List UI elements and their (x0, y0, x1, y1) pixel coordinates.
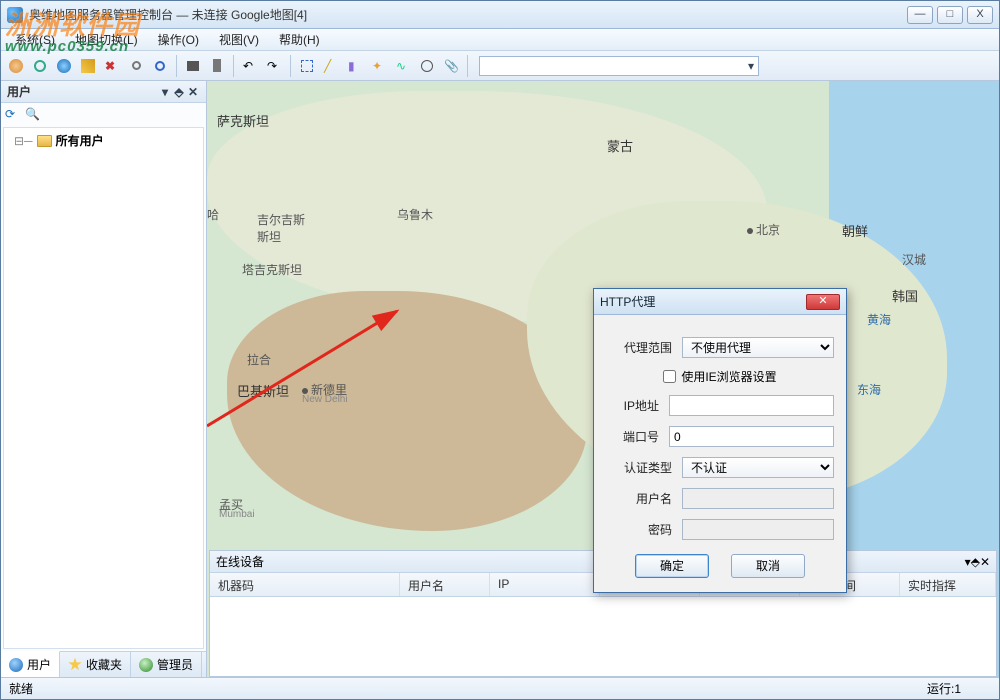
label-kyrgyz: 吉尔吉斯 斯坦 (257, 211, 305, 245)
col-user[interactable]: 用户名 (400, 573, 490, 596)
label-ip: IP地址 (606, 397, 659, 414)
tool-hand-icon[interactable] (5, 55, 27, 77)
star-icon (68, 658, 82, 672)
menubar: 系统(S) 地图切换(L) 操作(O) 视图(V) 帮助(H) (1, 29, 999, 51)
tool-redo-icon[interactable]: ↷ (263, 55, 285, 77)
dialog-title: HTTP代理 (600, 293, 655, 310)
label-east-sea: 东海 (857, 381, 881, 398)
menu-operate[interactable]: 操作(O) (148, 29, 209, 50)
tool-eye-icon[interactable] (53, 55, 75, 77)
tab-admin[interactable]: 管理员 (131, 652, 202, 677)
device-pin-icon[interactable]: ⬘ (971, 555, 980, 569)
tool-undo-icon[interactable]: ↶ (239, 55, 261, 77)
tool-line-icon[interactable]: ╱ (320, 55, 342, 77)
select-proxy-scope[interactable]: 不使用代理 (682, 337, 834, 358)
menu-system[interactable]: 系统(S) (5, 29, 65, 50)
window-title: 奥维地图服务器管理控制台 — 未连接 Google地图[4] (29, 6, 903, 23)
status-ready: 就绪 (9, 680, 33, 697)
tree-root-item[interactable]: ⊟─ 所有用户 (4, 128, 203, 153)
toolbar: ✖ ↶ ↷ ╱ ▮ ✦ ∿ 📎 (1, 51, 999, 81)
dialog-close-button[interactable]: ✕ (806, 294, 840, 310)
label-urumqi: 乌鲁木 (397, 206, 433, 223)
label-tajik: 塔吉克斯坦 (242, 261, 302, 278)
tab-users[interactable]: 用户 (1, 651, 60, 677)
select-auth[interactable]: 不认证 (682, 457, 834, 478)
tool-sync-icon[interactable] (29, 55, 51, 77)
menu-view[interactable]: 视图(V) (209, 29, 269, 50)
label-auth: 认证类型 (606, 459, 672, 476)
tool-device-icon[interactable] (206, 55, 228, 77)
left-panel-header: 用户 ▾ ⬘ ✕ (1, 81, 206, 103)
annotation-arrow (207, 296, 422, 431)
http-proxy-dialog: HTTP代理 ✕ 代理范围 不使用代理 使用IE浏览器设置 IP地址 (593, 288, 847, 593)
tab-favorites[interactable]: 收藏夹 (60, 652, 131, 677)
search-icon[interactable]: 🔍 (25, 107, 39, 121)
tool-select-icon[interactable] (296, 55, 318, 77)
col-cmd[interactable]: 实时指挥 (900, 573, 996, 596)
tool-path-icon[interactable]: ∿ (392, 55, 414, 77)
left-panel: 用户 ▾ ⬘ ✕ ⟳ 🔍 ⊟─ 所有用户 用户 收藏夹 管理员 (1, 81, 207, 677)
label-yellow-sea: 黄海 (867, 311, 891, 328)
refresh-icon[interactable]: ⟳ (5, 107, 19, 121)
input-port[interactable] (669, 426, 834, 447)
device-close-icon[interactable]: ✕ (980, 555, 990, 569)
statusbar: 就绪 运行:1 (1, 677, 999, 699)
label-use-ie: 使用IE浏览器设置 (681, 368, 776, 385)
label-hancheng: 汉城 (902, 251, 926, 268)
tool-circle-icon[interactable] (416, 55, 438, 77)
device-grid-body[interactable] (210, 597, 996, 676)
app-icon (7, 7, 23, 23)
label-nk: 朝鲜 (842, 221, 868, 240)
input-user (682, 488, 834, 509)
tree-view[interactable]: ⊟─ 所有用户 (3, 127, 204, 649)
tool-delete-icon[interactable]: ✖ (101, 55, 123, 77)
cancel-button[interactable]: 取消 (731, 554, 805, 578)
label-ha: 哈 (207, 206, 219, 223)
left-panel-title: 用户 (7, 83, 31, 100)
maximize-button[interactable]: □ (937, 6, 963, 24)
tree-root-label: 所有用户 (56, 132, 104, 149)
label-kazakh: 萨克斯坦 (217, 111, 269, 130)
input-password (682, 519, 834, 540)
menu-help[interactable]: 帮助(H) (269, 29, 330, 50)
col-machine[interactable]: 机器码 (210, 573, 400, 596)
tool-search-icon[interactable] (125, 55, 147, 77)
ok-button[interactable]: 确定 (635, 554, 709, 578)
label-user: 用户名 (606, 490, 672, 507)
label-sk: 韩国 (892, 286, 918, 305)
label-mongolia: 蒙古 (607, 136, 633, 155)
panel-options-icon[interactable]: ▾ (158, 85, 172, 99)
tool-pin-icon[interactable]: ✦ (368, 55, 390, 77)
close-button[interactable]: X (967, 6, 993, 24)
folder-icon (37, 135, 52, 147)
tool-print-icon[interactable] (182, 55, 204, 77)
menu-mapswitch[interactable]: 地图切换(L) (65, 29, 148, 50)
admin-icon (139, 658, 153, 672)
label-port: 端口号 (606, 428, 659, 445)
label-beijing: 北京 (747, 221, 780, 238)
left-bottom-tabs: 用户 收藏夹 管理员 (1, 651, 206, 677)
input-ip[interactable] (669, 395, 834, 416)
toolbar-combo[interactable] (479, 56, 759, 76)
checkbox-use-ie[interactable] (663, 370, 676, 383)
tree-toolbar: ⟳ 🔍 (1, 103, 206, 125)
label-mumbai-en: Mumbai (219, 509, 255, 520)
tool-attach-icon[interactable]: 📎 (440, 55, 462, 77)
status-running: 运行:1 (927, 680, 961, 697)
tool-layers-icon[interactable] (77, 55, 99, 77)
user-icon (9, 658, 23, 672)
titlebar: 奥维地图服务器管理控制台 — 未连接 Google地图[4] — □ X (1, 1, 999, 29)
panel-close-icon[interactable]: ✕ (186, 85, 200, 99)
col-ip[interactable]: IP (490, 573, 600, 596)
label-pwd: 密码 (606, 521, 672, 538)
label-proxy-scope: 代理范围 (606, 339, 672, 356)
minimize-button[interactable]: — (907, 6, 933, 24)
dialog-titlebar[interactable]: HTTP代理 ✕ (594, 289, 846, 315)
tool-ruler-icon[interactable]: ▮ (344, 55, 366, 77)
device-panel-title: 在线设备 (216, 553, 264, 570)
panel-pin-icon[interactable]: ⬘ (172, 85, 186, 99)
tool-target-icon[interactable] (149, 55, 171, 77)
